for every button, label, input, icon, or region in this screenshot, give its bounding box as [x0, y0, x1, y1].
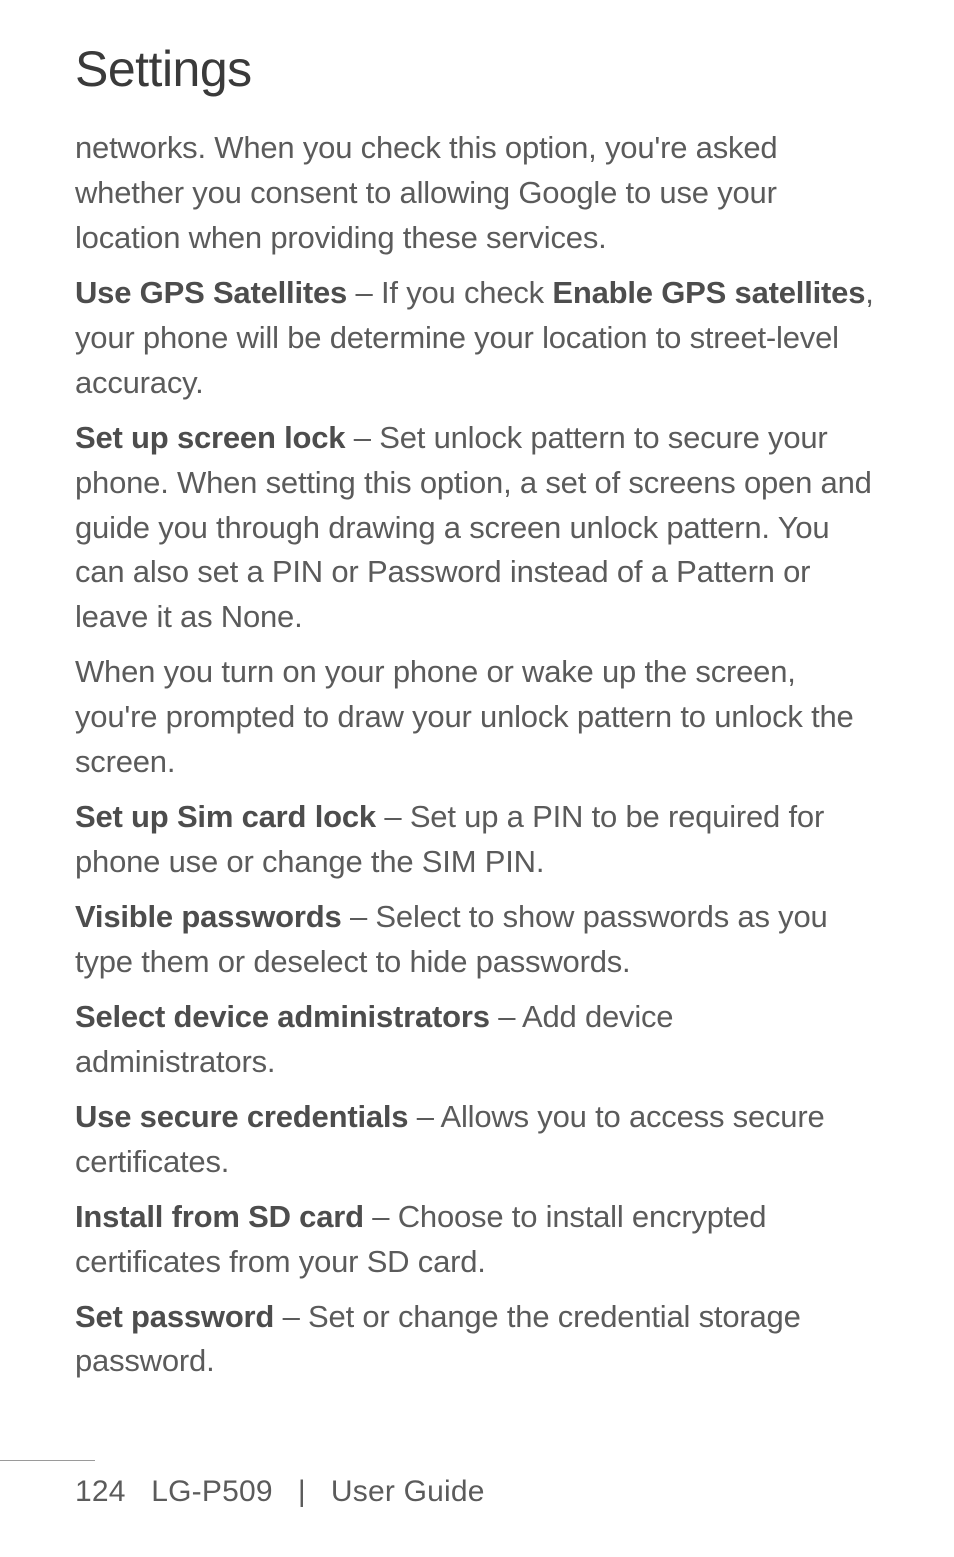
footer-text: 124 LG-P509 | User Guide — [0, 1475, 954, 1509]
gps-inline-bold: Enable GPS satellites — [552, 275, 865, 310]
gps-label: Use GPS Satellites — [75, 275, 347, 310]
intro-paragraph: networks. When you check this option, yo… — [75, 126, 879, 261]
page-footer: 124 LG-P509 | User Guide — [0, 1460, 954, 1509]
screen-lock-paragraph: Set up screen lock – Set unlock pattern … — [75, 416, 879, 641]
install-sd-sep: – — [364, 1199, 398, 1234]
secure-credentials-paragraph: Use secure credentials – Allows you to a… — [75, 1095, 879, 1185]
set-password-paragraph: Set password – Set or change the credent… — [75, 1295, 879, 1385]
device-admins-paragraph: Select device administrators – Add devic… — [75, 995, 879, 1085]
screen-lock-followup-paragraph: When you turn on your phone or wake up t… — [75, 650, 879, 785]
screen-lock-label: Set up screen lock — [75, 420, 345, 455]
visible-passwords-label: Visible passwords — [75, 899, 342, 934]
gps-paragraph: Use GPS Satellites – If you check Enable… — [75, 271, 879, 406]
footer-separator: | — [290, 1475, 314, 1509]
set-password-sep: – — [274, 1299, 308, 1334]
sim-lock-paragraph: Set up Sim card lock – Set up a PIN to b… — [75, 795, 879, 885]
guide-label: User Guide — [331, 1475, 485, 1508]
sim-lock-label: Set up Sim card lock — [75, 799, 376, 834]
body-content: networks. When you check this option, yo… — [75, 126, 879, 1384]
page-title: Settings — [75, 40, 879, 98]
sim-lock-sep: – — [376, 799, 410, 834]
page-number: 124 — [75, 1475, 126, 1508]
footer-divider — [0, 1460, 95, 1461]
gps-sep: – — [347, 275, 381, 310]
install-sd-label: Install from SD card — [75, 1199, 364, 1234]
secure-credentials-label: Use secure credentials — [75, 1099, 408, 1134]
gps-text-before: If you check — [381, 275, 552, 310]
install-sd-paragraph: Install from SD card – Choose to install… — [75, 1195, 879, 1285]
product-name: LG-P509 — [151, 1475, 272, 1508]
secure-credentials-sep: – — [408, 1099, 440, 1134]
visible-passwords-sep: – — [342, 899, 376, 934]
visible-passwords-paragraph: Visible passwords – Select to show passw… — [75, 895, 879, 985]
screen-lock-sep: – — [345, 420, 379, 455]
device-admins-label: Select device administrators — [75, 999, 490, 1034]
device-admins-sep: – — [490, 999, 522, 1034]
set-password-label: Set password — [75, 1299, 274, 1334]
